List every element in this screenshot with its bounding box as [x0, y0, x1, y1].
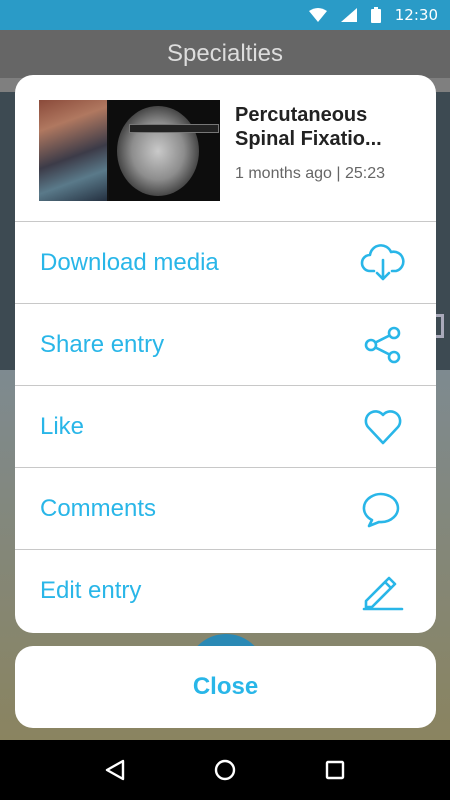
- pencil-icon: [360, 570, 406, 612]
- navigation-bar: [0, 740, 450, 800]
- action-sheet: Percutaneous Spinal Fixatio... 1 months …: [15, 75, 436, 633]
- comments-button[interactable]: Comments: [15, 467, 436, 549]
- entry-title: Percutaneous Spinal Fixatio...: [235, 103, 420, 151]
- like-button[interactable]: Like: [15, 385, 436, 467]
- status-time: 12:30: [394, 6, 438, 24]
- back-icon[interactable]: [95, 750, 135, 790]
- menu-item-label: Comments: [40, 494, 157, 522]
- menu-item-label: Edit entry: [40, 576, 142, 604]
- menu-item-label: Download media: [40, 248, 219, 276]
- speech-bubble-icon: [360, 488, 406, 530]
- download-media-button[interactable]: Download media: [15, 221, 436, 303]
- share-icon: [360, 324, 406, 366]
- share-entry-button[interactable]: Share entry: [15, 303, 436, 385]
- action-menu: Download media Share entry Like Comments…: [15, 221, 436, 631]
- thumbnail-surgery-photo: [39, 100, 107, 201]
- heart-icon: [360, 406, 406, 448]
- entry-header: Percutaneous Spinal Fixatio... 1 months …: [15, 75, 436, 221]
- close-button[interactable]: Close: [15, 646, 436, 728]
- entry-title-line1: Percutaneous: [235, 104, 368, 126]
- recents-icon[interactable]: [315, 750, 355, 790]
- thumbnail-xray: [109, 100, 220, 201]
- menu-item-label: Like: [40, 412, 85, 440]
- status-bar: 12:30: [0, 0, 450, 30]
- menu-item-label: Share entry: [40, 330, 165, 358]
- entry-meta: 1 months ago | 25:23: [235, 165, 386, 182]
- battery-icon: [370, 7, 381, 23]
- cloud-download-icon: [360, 242, 406, 284]
- entry-thumbnail: [39, 100, 220, 201]
- signal-icon: [340, 8, 357, 22]
- edit-entry-button[interactable]: Edit entry: [15, 549, 436, 631]
- background-header: Specialties: [0, 30, 450, 78]
- entry-title-line2: Spinal Fixatio...: [235, 128, 382, 150]
- home-icon[interactable]: [205, 750, 245, 790]
- wifi-icon: [308, 8, 327, 22]
